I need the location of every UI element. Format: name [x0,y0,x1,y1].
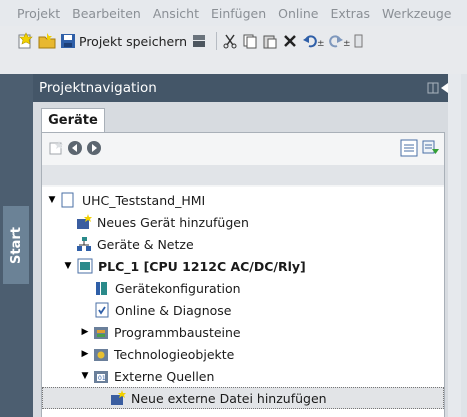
menu-werkzeuge[interactable]: Werkzeuge [376,6,458,21]
expand-caret-icon[interactable]: ▼ [47,195,57,205]
back-button[interactable] [67,140,83,159]
paste-button[interactable] [262,30,278,52]
tree-row-plc[interactable]: ▼ PLC_1 [CPU 1212C AC/DC/Rly] [42,255,444,277]
tree-label-add-external-file: Neue externe Datei hinzufügen [131,390,327,406]
menu-extras[interactable]: Extras [324,6,376,21]
vertical-scrollbar[interactable] [448,74,461,417]
tree-label-add-device: Neues Gerät hinzufügen [97,214,249,230]
menu-projekt[interactable]: Projekt [0,6,66,21]
tree-row-tech-objects[interactable]: ▶ Technologieobjekte [42,343,444,365]
tree-row-add-external-file[interactable]: Neue externe Datei hinzufügen [42,387,444,409]
open-folder-icon [38,33,56,49]
expand-caret-icon[interactable]: ▼ [63,261,73,271]
toolbar-separator [216,32,218,50]
forward-arrow-icon [87,140,101,155]
tree-row-online-diag[interactable]: Online & Diagnose [42,299,444,321]
svg-text:±: ± [317,39,324,49]
menu-bar: Projekt Bearbeiten Ansicht Einfügen Onli… [0,0,467,26]
undo-button[interactable]: ± [302,30,324,52]
network-view-button[interactable] [422,139,440,160]
tree-toolbar [42,133,444,165]
start-tab-label: Start [8,226,24,264]
tree-row-add-device[interactable]: Neues Gerät hinzufügen [42,211,444,233]
start-tab[interactable]: Start [3,206,29,284]
expand-caret-icon[interactable]: ▼ [80,371,90,381]
devices-networks-icon [76,236,92,252]
tree-label-device-config: Gerätekonfiguration [115,280,241,296]
add-item-button[interactable] [48,140,64,159]
add-external-file-icon [110,390,126,406]
menu-online[interactable]: Online [272,6,324,21]
plc-icon [77,258,93,274]
tree-label-external-sources: Externe Quellen [114,368,215,384]
detail-view-button[interactable] [400,139,418,160]
online-diagnostics-icon [94,302,110,318]
tree-label-tech-objects: Technologieobjekte [114,346,235,362]
redo-icon: ± [329,35,350,49]
panel-title: Projektnavigation [39,80,157,96]
copy-button[interactable] [242,30,258,52]
svg-text:±: ± [343,39,350,49]
menu-bearbeiten[interactable]: Bearbeiten [66,6,147,21]
paste-icon [263,35,277,49]
program-blocks-icon [93,324,109,340]
tree-label-program-blocks: Programmbausteine [114,324,241,340]
delete-button[interactable] [282,30,298,52]
tree-row-program-blocks[interactable]: ▶ Programmbausteine [42,321,444,343]
project-file-icon [61,192,77,208]
undo-icon: ± [303,35,324,49]
delete-icon [284,35,296,47]
tree-label-devices-networks: Geräte & Netze [97,236,194,252]
tab-devices[interactable]: Geräte [41,108,105,132]
cut-button[interactable] [222,30,238,52]
list-view-icon [400,139,418,156]
tree-label-plc: PLC_1 [CPU 1212C AC/DC/Rly] [98,258,306,274]
network-view-icon [422,140,439,154]
tree-label-online-diag: Online & Diagnose [115,302,232,318]
device-config-icon [94,280,110,296]
tree-label-root: UHC_Teststand_HMI [82,192,206,208]
external-sources-icon: 01 [93,368,109,384]
copy-icon [243,34,257,49]
print-button[interactable] [191,30,207,52]
open-project-button[interactable] [38,30,56,52]
save-icon [61,34,75,48]
tree-row-root[interactable]: ▼ UHC_Teststand_HMI [42,189,444,211]
forward-button[interactable] [86,140,102,159]
main-toolbar: Projekt speichern ± ± [0,26,467,74]
back-arrow-icon [68,140,82,155]
cut-icon [223,34,237,49]
add-device-icon [76,214,92,230]
new-project-icon [18,32,33,49]
menu-ansicht[interactable]: Ansicht [147,6,205,21]
more-toolbar-button[interactable] [354,30,364,52]
tree-row-devices-networks[interactable]: Geräte & Netze [42,233,444,255]
devices-tab-content: ▼ UHC_Teststand_HMI Neues Gerät hinzufüg… [41,132,445,417]
new-project-button[interactable] [16,30,34,52]
technology-objects-icon [93,346,109,362]
project-tree: ▼ UHC_Teststand_HMI Neues Gerät hinzufüg… [42,187,444,417]
project-navigation-pane: Geräte ▼ UHC_Teststand_HMI Neues Gerät h… [33,102,453,417]
overflow-icon [354,34,363,48]
svg-text:01: 01 [98,375,106,382]
new-item-icon [49,140,63,154]
save-project-label: Projekt speichern [79,33,188,49]
project-navigation-header: Projektnavigation [33,74,448,102]
redo-button[interactable]: ± [328,30,350,52]
expand-caret-icon[interactable]: ▶ [80,349,90,359]
expand-caret-icon[interactable]: ▶ [80,327,90,337]
menu-einfuegen[interactable]: Einfügen [205,6,272,21]
tree-header-band [42,165,444,185]
print-icon [193,35,206,47]
tree-row-device-config[interactable]: Gerätekonfiguration [42,277,444,299]
save-project-button[interactable]: Projekt speichern [60,30,187,52]
start-sidebar: Start [0,74,33,417]
tree-row-external-sources[interactable]: ▼ 01 Externe Quellen [42,365,444,387]
